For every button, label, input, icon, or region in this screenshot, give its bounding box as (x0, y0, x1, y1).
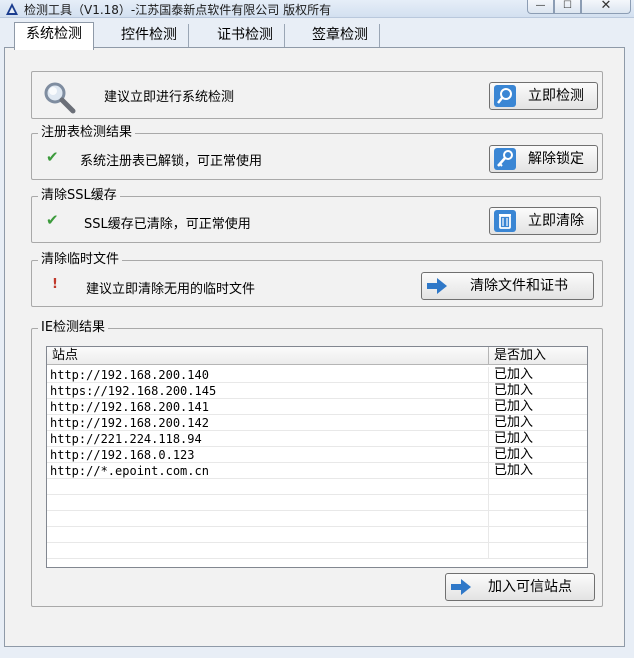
table-row[interactable]: http://192.168.0.123 已加入 (47, 447, 587, 463)
joined-status-cell (489, 527, 587, 543)
site-cell: http://192.168.200.142 (47, 415, 489, 431)
add-trusted-site-label: 加入可信站点 (488, 579, 572, 595)
arrow-right-icon (451, 579, 471, 595)
start-check-button[interactable]: 立即检测 (489, 82, 598, 110)
joined-status-cell: 已加入 (494, 447, 534, 462)
list-header: 站点 是否加入 (47, 347, 587, 365)
clear-files-certs-label: 清除文件和证书 (470, 278, 568, 294)
check-icon: ✔ (46, 211, 59, 229)
clear-now-label: 立即清除 (528, 213, 584, 229)
table-row[interactable] (47, 527, 587, 543)
site-cell (47, 495, 489, 511)
start-check-label: 立即检测 (528, 88, 584, 104)
site-cell: http://*.epoint.com.cn (47, 463, 489, 479)
tab-system-check[interactable]: 系统检测 (14, 22, 94, 50)
warning-icon: ! (52, 277, 58, 292)
arrow-right-icon (427, 278, 447, 294)
joined-status-cell (489, 495, 587, 511)
registry-frame: 注册表检测结果 ✔ 系统注册表已解锁，可正常使用 解除锁定 (31, 125, 603, 180)
tab-label: 控件检测 (121, 27, 177, 43)
joined-status-cell: 已加入 (494, 383, 534, 398)
site-cell: https://192.168.200.145 (47, 383, 489, 399)
table-row[interactable]: http://192.168.200.141 已加入 (47, 399, 587, 415)
ssl-frame: 清除SSL缓存 ✔ SSL缓存已清除，可正常使用 立即清除 (31, 188, 601, 243)
tab-label: 系统检测 (26, 26, 82, 42)
minimize-icon: — (535, 0, 546, 11)
clear-files-certs-button[interactable]: 清除文件和证书 (421, 272, 594, 300)
joined-status-cell: 已加入 (494, 431, 534, 446)
window-title: 检测工具（V1.18）-江苏国泰新点软件有限公司 版权所有 (24, 3, 332, 17)
temp-files-message: 建议立即清除无用的临时文件 (86, 282, 256, 297)
ssl-legend: 清除SSL缓存 (38, 188, 120, 204)
site-cell (47, 527, 489, 543)
close-icon: ✕ (600, 0, 612, 13)
temp-files-frame: 清除临时文件 ! 建议立即清除无用的临时文件 清除文件和证书 (31, 252, 603, 307)
site-cell (47, 543, 489, 559)
table-row[interactable] (47, 479, 587, 495)
list-body: http://192.168.200.140 已加入 https://192.168… (47, 367, 587, 559)
table-row[interactable] (47, 511, 587, 527)
joined-status-cell: 已加入 (494, 463, 534, 478)
check-icon: ✔ (46, 148, 59, 166)
app-logo-icon (6, 3, 18, 15)
search-icon (494, 85, 516, 107)
joined-status-cell (489, 479, 587, 495)
table-row[interactable] (47, 495, 587, 511)
tab-label: 证书检测 (217, 27, 273, 43)
unlock-label: 解除锁定 (528, 151, 584, 167)
ie-check-legend: IE检测结果 (38, 320, 109, 336)
column-header-joined[interactable]: 是否加入 (489, 347, 587, 365)
title-bar[interactable]: 检测工具（V1.18）-江苏国泰新点软件有限公司 版权所有 — ☐ ✕ (0, 0, 634, 18)
temp-files-legend: 清除临时文件 (38, 252, 123, 268)
add-trusted-site-button[interactable]: 加入可信站点 (445, 573, 595, 601)
table-row[interactable]: http://221.224.118.94 已加入 (47, 431, 587, 447)
joined-status-cell: 已加入 (494, 399, 534, 414)
clear-now-button[interactable]: 立即清除 (489, 207, 598, 235)
tab-control-check[interactable]: 控件检测 (110, 24, 189, 48)
unlock-button[interactable]: 解除锁定 (489, 145, 598, 173)
maximize-icon: ☐ (563, 0, 572, 11)
trusted-sites-list[interactable]: 站点 是否加入 http://192.168.200.140 已加入 https:/… (46, 346, 588, 568)
table-row[interactable] (47, 543, 587, 559)
system-check-message: 建议立即进行系统检测 (104, 90, 235, 105)
close-button[interactable]: ✕ (581, 0, 631, 14)
site-cell: http://192.168.200.141 (47, 399, 489, 415)
key-icon (494, 148, 516, 170)
tab-certificate-check[interactable]: 证书检测 (206, 24, 285, 48)
table-row[interactable]: http://*.epoint.com.cn 已加入 (47, 463, 587, 479)
registry-legend: 注册表检测结果 (38, 125, 136, 141)
magnifier-icon (44, 82, 76, 114)
table-row[interactable]: http://192.168.200.142 已加入 (47, 415, 587, 431)
system-check-frame: 建议立即进行系统检测 立即检测 (31, 71, 603, 119)
tab-label: 签章检测 (312, 27, 368, 43)
joined-status-cell: 已加入 (494, 367, 534, 382)
site-cell (47, 479, 489, 495)
site-cell: http://192.168.0.123 (47, 447, 489, 463)
registry-message: 系统注册表已解锁，可正常使用 (80, 154, 263, 169)
site-cell: http://192.168.200.140 (47, 367, 489, 383)
tab-signature-check[interactable]: 签章检测 (301, 24, 380, 48)
minimize-button[interactable]: — (527, 0, 554, 14)
joined-status-cell (489, 511, 587, 527)
joined-status-cell: 已加入 (494, 415, 534, 430)
joined-status-cell (489, 543, 587, 559)
ssl-message: SSL缓存已清除，可正常使用 (84, 217, 251, 232)
table-row[interactable]: http://192.168.200.140 已加入 (47, 367, 587, 383)
trash-icon (494, 210, 516, 232)
site-cell: http://221.224.118.94 (47, 431, 489, 447)
table-row[interactable]: https://192.168.200.145 已加入 (47, 383, 587, 399)
site-cell (47, 511, 489, 527)
maximize-button[interactable]: ☐ (554, 0, 581, 14)
column-header-site[interactable]: 站点 (47, 347, 489, 365)
